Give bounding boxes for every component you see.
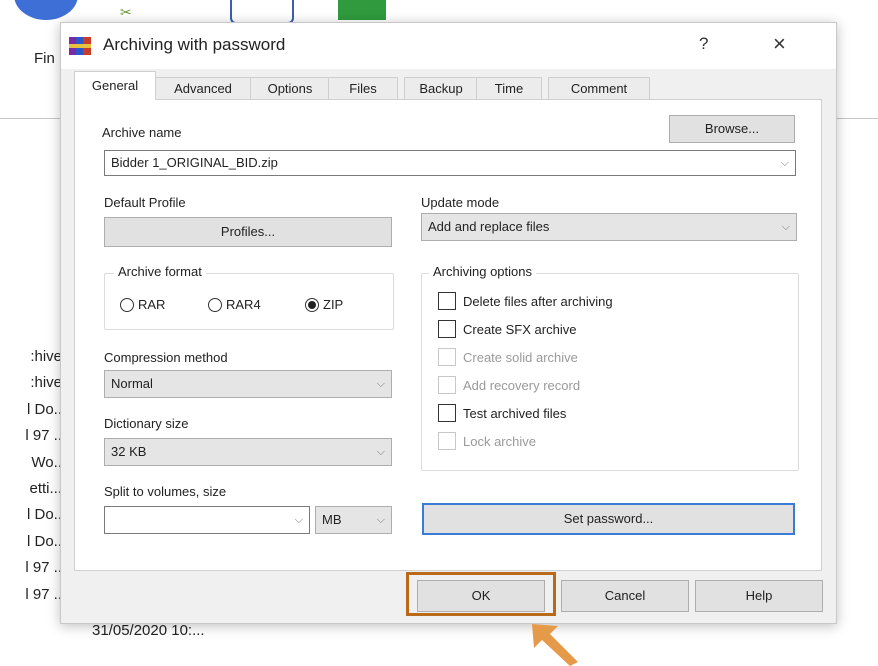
checkbox-create-sfx-label: Create SFX archive xyxy=(463,321,577,337)
background-divider xyxy=(0,118,60,119)
background-date: 31/05/2020 10:... xyxy=(92,622,205,639)
tab-general[interactable]: General xyxy=(74,71,156,100)
chevron-down-icon: ⌵ xyxy=(376,446,385,458)
chevron-down-icon: ⌵ xyxy=(376,378,385,390)
checkbox-create-sfx[interactable]: Create SFX archive xyxy=(438,320,576,338)
archiving-options-title: Archiving options xyxy=(429,264,536,279)
background-divider xyxy=(835,118,878,119)
tab-advanced[interactable]: Advanced xyxy=(154,77,252,100)
winrar-icon xyxy=(69,37,91,55)
checkbox-recovery-record-label: Add recovery record xyxy=(463,377,581,393)
checkbox-create-solid-label: Create solid archive xyxy=(463,349,578,365)
checkbox-test-archived-label: Test archived files xyxy=(463,405,567,421)
checkbox-delete-files-label: Delete files after archiving xyxy=(463,293,613,309)
dialog-titlebar[interactable]: Archiving with password ? × xyxy=(61,23,836,69)
dialog-title: Archiving with password xyxy=(103,35,286,54)
update-mode-label: Update mode xyxy=(421,195,500,210)
archiving-dialog: Archiving with password ? × General Adva… xyxy=(60,22,837,624)
orange-arrow-icon xyxy=(532,624,578,666)
split-volumes-label: Split to volumes, size xyxy=(104,484,227,499)
radio-rar[interactable]: RAR xyxy=(120,297,165,312)
checkbox-test-archived[interactable]: Test archived files xyxy=(438,404,566,422)
chevron-down-icon: ⌵ xyxy=(376,514,385,526)
radio-zip-label: ZIP xyxy=(323,297,344,312)
help-button[interactable]: Help xyxy=(695,580,823,612)
background-fin-label: Fin xyxy=(34,50,55,67)
update-mode-combo[interactable]: Add and replace files ⌵ xyxy=(421,213,797,241)
checkbox-icon xyxy=(438,376,456,394)
tab-backup[interactable]: Backup xyxy=(404,77,478,100)
checkbox-lock-archive-label: Lock archive xyxy=(463,433,536,449)
browse-button[interactable]: Browse... xyxy=(669,115,795,143)
radio-selected-icon xyxy=(305,297,319,312)
checkbox-lock-archive: Lock archive xyxy=(438,432,536,450)
dictionary-size-value: 32 KB xyxy=(111,444,147,459)
compression-method-combo[interactable]: Normal ⌵ xyxy=(104,370,392,398)
dictionary-size-label: Dictionary size xyxy=(104,416,189,431)
profiles-button[interactable]: Profiles... xyxy=(104,217,392,247)
compression-method-value: Normal xyxy=(111,376,153,391)
ok-highlight-box xyxy=(406,572,556,616)
archive-format-title: Archive format xyxy=(114,264,206,279)
checkbox-icon xyxy=(438,348,456,366)
compression-method-label: Compression method xyxy=(104,350,228,365)
checkbox-icon xyxy=(438,432,456,450)
set-password-button[interactable]: Set password... xyxy=(422,503,795,535)
close-button[interactable]: × xyxy=(773,31,786,57)
tab-time[interactable]: Time xyxy=(476,77,542,100)
default-profile-label: Default Profile xyxy=(104,195,186,210)
tab-comment[interactable]: Comment xyxy=(548,77,650,100)
help-question-button[interactable]: ? xyxy=(699,34,708,54)
background-green-icon xyxy=(338,0,386,20)
radio-rar4-label: RAR4 xyxy=(226,297,261,312)
radio-rar4[interactable]: RAR4 xyxy=(208,297,261,312)
dictionary-size-combo[interactable]: 32 KB ⌵ xyxy=(104,438,392,466)
radio-rar-label: RAR xyxy=(138,297,166,312)
checkbox-icon xyxy=(438,292,456,310)
split-unit-value: MB xyxy=(322,512,342,527)
checkbox-delete-files[interactable]: Delete files after archiving xyxy=(438,292,613,310)
archive-name-value: Bidder 1_ORIGINAL_BID.zip xyxy=(111,155,278,170)
background-folder-icon xyxy=(230,0,294,24)
radio-circle-icon xyxy=(208,297,222,312)
update-mode-value: Add and replace files xyxy=(428,219,550,234)
general-tab-panel: Archive name Browse... Bidder 1_ORIGINAL… xyxy=(74,99,822,571)
split-volumes-combo[interactable]: ⌵ xyxy=(104,506,310,534)
archive-name-combo[interactable]: Bidder 1_ORIGINAL_BID.zip ⌵ xyxy=(104,150,796,176)
radio-circle-icon xyxy=(120,297,134,312)
chevron-down-icon: ⌵ xyxy=(294,514,303,526)
radio-zip[interactable]: ZIP xyxy=(305,297,343,312)
split-unit-combo[interactable]: MB ⌵ xyxy=(315,506,392,534)
checkbox-recovery-record: Add recovery record xyxy=(438,376,580,394)
archive-name-label: Archive name xyxy=(102,125,182,140)
checkbox-icon xyxy=(438,320,456,338)
background-app-circle-icon xyxy=(14,0,78,20)
tab-files[interactable]: Files xyxy=(328,77,398,100)
checkbox-icon xyxy=(438,404,456,422)
tab-options[interactable]: Options xyxy=(250,77,330,100)
cancel-button[interactable]: Cancel xyxy=(561,580,689,612)
chevron-down-icon: ⌵ xyxy=(780,157,789,169)
background-tool-icon: ✂ xyxy=(120,4,132,20)
checkbox-create-solid: Create solid archive xyxy=(438,348,578,366)
chevron-down-icon: ⌵ xyxy=(781,221,790,233)
